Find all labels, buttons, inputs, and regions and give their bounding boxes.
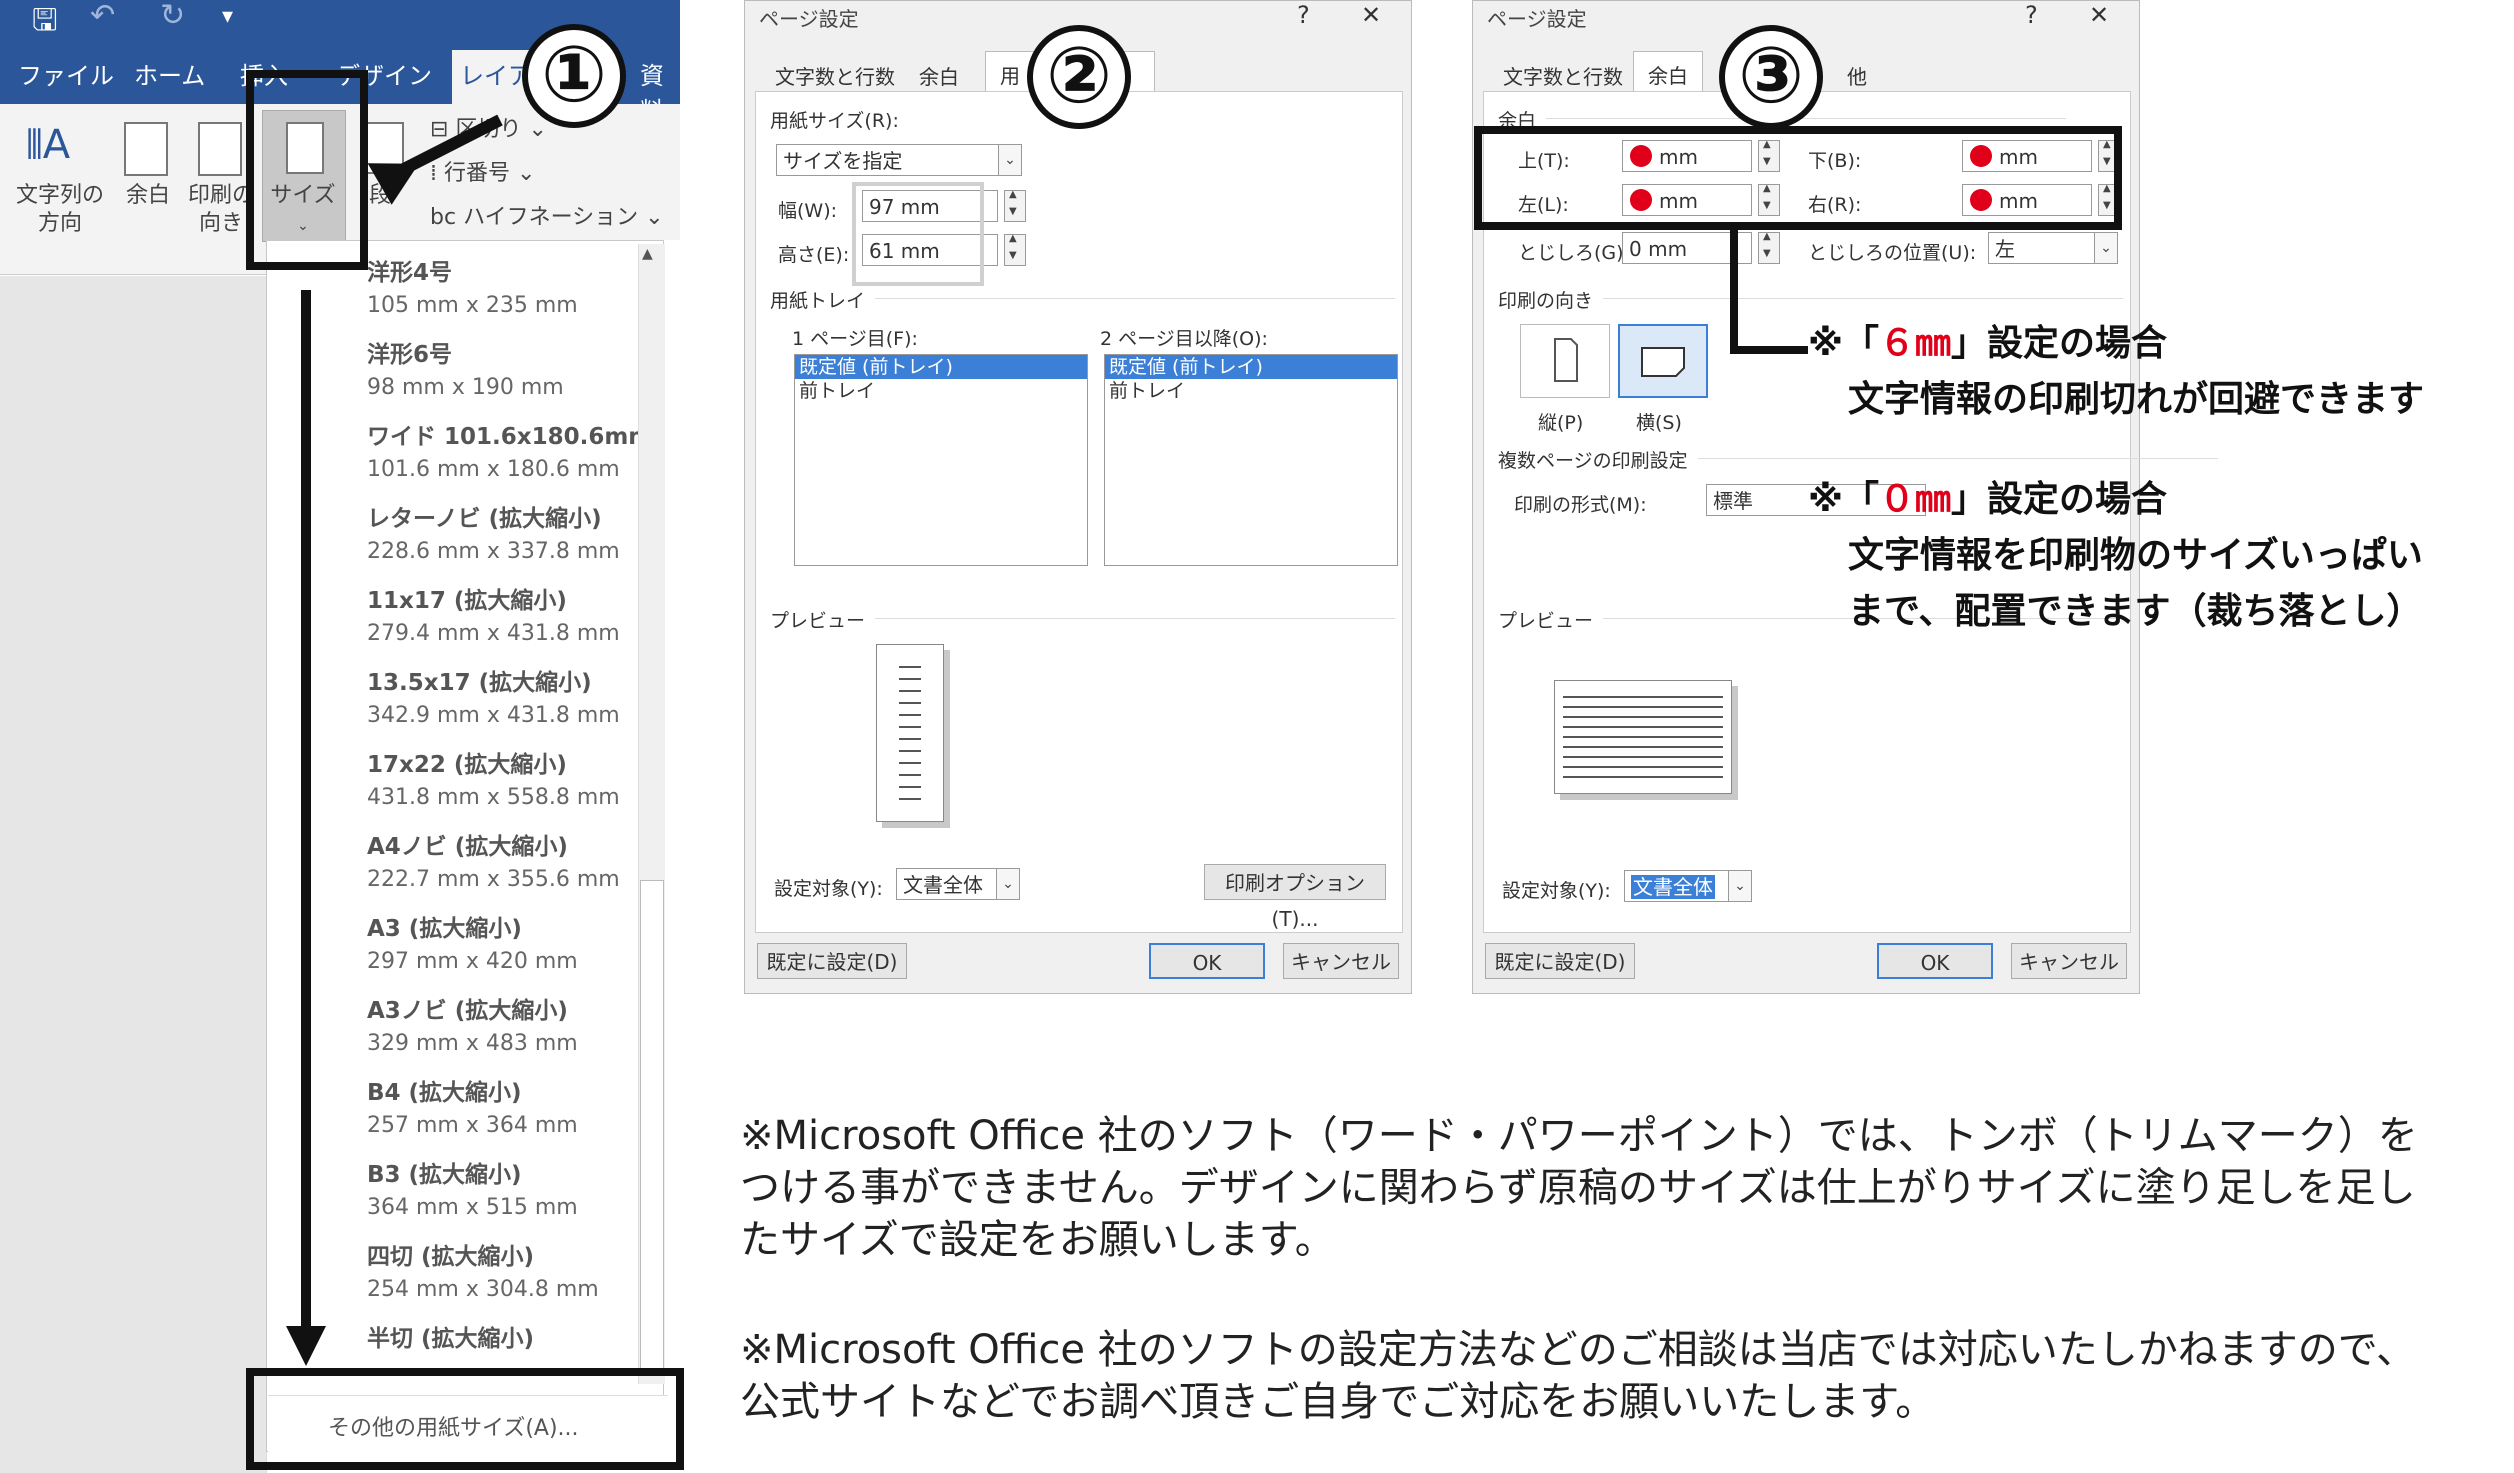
tab-chars-lines[interactable]: 文字数と行数	[761, 57, 909, 94]
print-format-label: 印刷の形式(M):	[1514, 494, 1647, 516]
gutter-position-label: とじしろの位置(U):	[1808, 242, 1977, 264]
other-pages-label: 2 ページ目以降(O):	[1100, 328, 1268, 350]
paper-size-select[interactable]: サイズを指定 ⌄	[776, 144, 1022, 176]
preview-section-title: プレビュー	[1498, 606, 2124, 633]
apply-to-label: 設定対象(Y):	[774, 878, 883, 900]
word-panel: 🖫 ↶ ↻ ▾ ファイル ホーム 挿入 デザイン レイア 資料 ⫴A 文字列の …	[0, 0, 684, 1473]
note-0mm-value: ０㎜	[1879, 479, 1952, 520]
apply-to-select[interactable]: 文書全体 ⌄	[1624, 870, 1752, 902]
footer-note-1: ※Microsoft Office 社のソフト（ワード・パワーポイント）では、ト…	[740, 1113, 2418, 1263]
gutter-label: とじしろ(G):	[1518, 242, 1630, 264]
width-stepper[interactable]	[1004, 189, 1026, 222]
landscape-preview	[1554, 680, 1732, 794]
close-icon[interactable]: ✕	[1361, 1, 1381, 29]
other-pages-tray-list[interactable]: 既定値 (前トレイ) 前トレイ	[1104, 354, 1398, 566]
landscape-page-icon	[1641, 347, 1685, 377]
arrows-overlay	[286, 114, 503, 1366]
list-item[interactable]: 既定値 (前トレイ)	[1105, 355, 1397, 379]
footer-note-2: ※Microsoft Office 社のソフトの設定方法などのご相談は当店では対…	[740, 1327, 2417, 1425]
dialog-title: ページ設定	[759, 7, 859, 31]
note-6mm-detail: 文字情報の印刷切れが回避できます	[1848, 379, 2425, 420]
portrait-page-icon	[1554, 338, 1578, 382]
close-icon[interactable]: ✕	[2089, 1, 2109, 29]
tab-other[interactable]: 他	[1833, 57, 1881, 94]
height-stepper[interactable]	[1004, 233, 1026, 266]
landscape-button[interactable]	[1618, 324, 1708, 398]
tab-chars-lines[interactable]: 文字数と行数	[1489, 57, 1637, 94]
chevron-down-icon: ⌄	[2094, 233, 2117, 263]
step-number-2: ②	[1027, 25, 1131, 129]
chevron-down-icon: ⌄	[1728, 871, 1751, 901]
help-icon[interactable]: ?	[1297, 1, 1310, 29]
dialog-title: ページ設定	[1487, 7, 1587, 31]
width-label: 幅(W):	[778, 200, 838, 222]
size-fields-highlight	[852, 182, 984, 286]
note-0mm-detail-2: まで、配置できます（裁ち落とし）	[1848, 591, 2423, 632]
cancel-button[interactable]: キャンセル	[1283, 943, 1399, 979]
arrow-head-1	[367, 163, 419, 205]
preview-section-title: プレビュー	[770, 606, 1396, 633]
portrait-preview	[876, 644, 944, 822]
step-number-3: ③	[1719, 25, 1823, 129]
note-0mm-detail-1: 文字情報を印刷物のサイズいっぱい	[1848, 535, 2423, 576]
chevron-down-icon: ⌄	[998, 145, 1021, 175]
gutter-position-select[interactable]: 左 ⌄	[1988, 232, 2118, 264]
portrait-button[interactable]	[1520, 324, 1610, 398]
set-default-button[interactable]: 既定に設定(D)	[757, 943, 907, 979]
print-options-button[interactable]: 印刷オプション(T)...	[1204, 864, 1386, 931]
preview-lines	[1563, 696, 1723, 778]
page-setup-dialog-paper: ページ設定 ? ✕ 文字数と行数 余白 用 用紙サイズ(R): サイズを指定 ⌄…	[744, 0, 1412, 994]
margins-highlight-box	[1474, 126, 2122, 230]
note-0mm: ※「０㎜」設定の場合	[1808, 479, 2168, 520]
list-item[interactable]: 前トレイ	[1105, 379, 1397, 403]
ok-button[interactable]: OK	[1877, 943, 1993, 979]
note-6mm: ※「６㎜」設定の場合	[1808, 323, 2168, 364]
gutter-stepper[interactable]	[1758, 231, 1780, 264]
help-icon[interactable]: ?	[2025, 1, 2038, 29]
step-number-1: ①	[522, 24, 626, 128]
portrait-label: 縦(P)	[1538, 412, 1584, 434]
height-label: 高さ(E):	[778, 244, 850, 266]
dialog-body: 用紙サイズ(R): サイズを指定 ⌄ 幅(W): 97 mm 高さ(E): 61…	[755, 91, 1403, 933]
cancel-button[interactable]: キャンセル	[2011, 943, 2127, 979]
tab-margins[interactable]: 余白	[905, 57, 973, 94]
gutter-input[interactable]: 0 mm	[1622, 232, 1752, 264]
multi-page-section-title: 複数ページの印刷設定	[1498, 446, 2217, 473]
ok-button[interactable]: OK	[1149, 943, 1265, 979]
apply-to-label: 設定対象(Y):	[1502, 880, 1611, 902]
note-6mm-value: ６㎜	[1879, 323, 1952, 364]
first-page-label: 1 ページ目(F):	[792, 328, 918, 350]
list-item[interactable]: 前トレイ	[795, 379, 1087, 403]
arrow-head-2	[286, 1326, 326, 1366]
set-default-button[interactable]: 既定に設定(D)	[1485, 943, 1635, 979]
orientation-section-title: 印刷の向き	[1498, 286, 2124, 313]
apply-to-select[interactable]: 文書全体 ⌄	[896, 868, 1020, 900]
paper-size-label: 用紙サイズ(R):	[770, 110, 899, 132]
list-item[interactable]: 既定値 (前トレイ)	[795, 355, 1087, 379]
preview-lines	[899, 666, 921, 800]
first-page-tray-list[interactable]: 既定値 (前トレイ) 前トレイ	[794, 354, 1088, 566]
landscape-label: 横(S)	[1636, 412, 1682, 434]
tray-section-title: 用紙トレイ	[770, 286, 1396, 313]
chevron-down-icon: ⌄	[996, 869, 1019, 899]
